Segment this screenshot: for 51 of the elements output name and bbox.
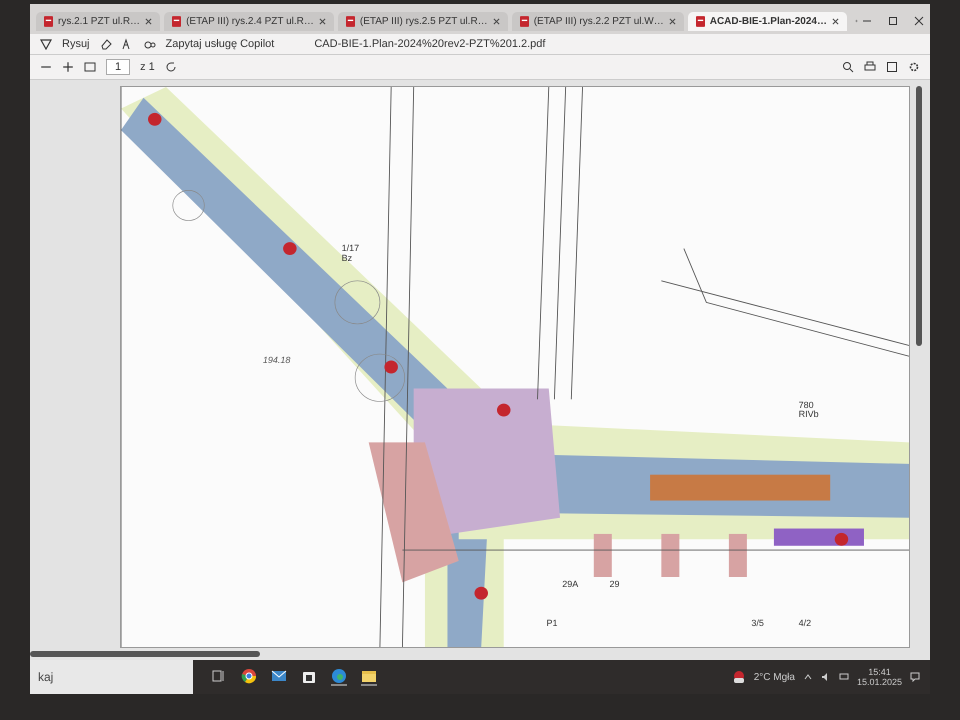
weather-icon [732, 670, 746, 684]
pdf-icon [520, 16, 529, 26]
close-icon[interactable] [145, 18, 152, 24]
plan-label: 780 RIVb [798, 400, 819, 420]
plan-label: 4/2 [798, 619, 812, 629]
clock-date[interactable]: 15.01.2025 [856, 677, 902, 687]
chevron-up-icon[interactable] [802, 672, 813, 682]
browser-tab[interactable]: (ETAP III) rys.2.5 PZT ul.R… [338, 12, 508, 30]
notification-icon[interactable] [910, 672, 920, 682]
browser-tab[interactable]: (ETAP III) rys.2.4 PZT ul.R… [164, 12, 334, 30]
scrollbar[interactable] [30, 651, 260, 657]
plan-label: 29 [610, 580, 620, 590]
fit-page-icon[interactable] [84, 61, 96, 73]
page-number-field[interactable]: 1 [106, 59, 130, 75]
pdf-icon [696, 16, 705, 26]
maximize-icon[interactable] [888, 16, 898, 26]
file-name: CAD-BIE-1.Plan-2024%20rev2-PZT%201.2.pdf [314, 38, 546, 50]
close-icon[interactable] [832, 18, 839, 24]
browser-tab[interactable]: ACAD-BIE-1.Plan-2024… [688, 12, 847, 30]
taskbar-search-field[interactable]: kaj [30, 660, 194, 694]
print-icon[interactable] [864, 61, 876, 73]
plan-label: P1 [546, 619, 558, 629]
close-icon[interactable] [668, 18, 676, 24]
zoom-in-icon[interactable] [62, 61, 74, 73]
weather-text[interactable]: 2°C Mgła [754, 672, 795, 682]
folder-icon[interactable] [361, 668, 378, 686]
draw-icon[interactable] [40, 38, 52, 50]
plan-label: 29A [562, 580, 578, 590]
page-count: z 1 [140, 61, 155, 73]
copilot-label[interactable]: Zapytaj usługę Copilot [166, 38, 274, 50]
search-icon[interactable] [842, 61, 854, 73]
browser-tab[interactable]: (ETAP III) rys.2.2 PZT ul.W… [512, 12, 684, 30]
eraser-icon[interactable] [100, 38, 112, 50]
close-icon[interactable] [914, 16, 924, 26]
browser-icon[interactable] [241, 668, 258, 684]
edge-icon[interactable] [331, 668, 348, 686]
close-icon[interactable] [492, 18, 500, 24]
plan-label: 194.18 [262, 356, 290, 366]
draw-label[interactable]: Rysuj [62, 38, 90, 50]
pdf-icon [346, 16, 355, 26]
plan-label: 1/17 Bz [342, 244, 360, 264]
clock-time[interactable]: 15:41 [868, 667, 891, 677]
scrollbar[interactable] [916, 86, 922, 346]
mail-icon[interactable] [271, 668, 288, 684]
rotate-icon[interactable] [164, 61, 177, 73]
close-icon[interactable] [318, 18, 326, 24]
pdf-icon [44, 16, 53, 26]
settings-icon[interactable] [908, 61, 920, 73]
browser-tab[interactable]: rys.2.1 PZT ul.R… [36, 12, 160, 30]
pdf-icon [172, 16, 182, 26]
plan-label: 3/5 [751, 619, 764, 629]
